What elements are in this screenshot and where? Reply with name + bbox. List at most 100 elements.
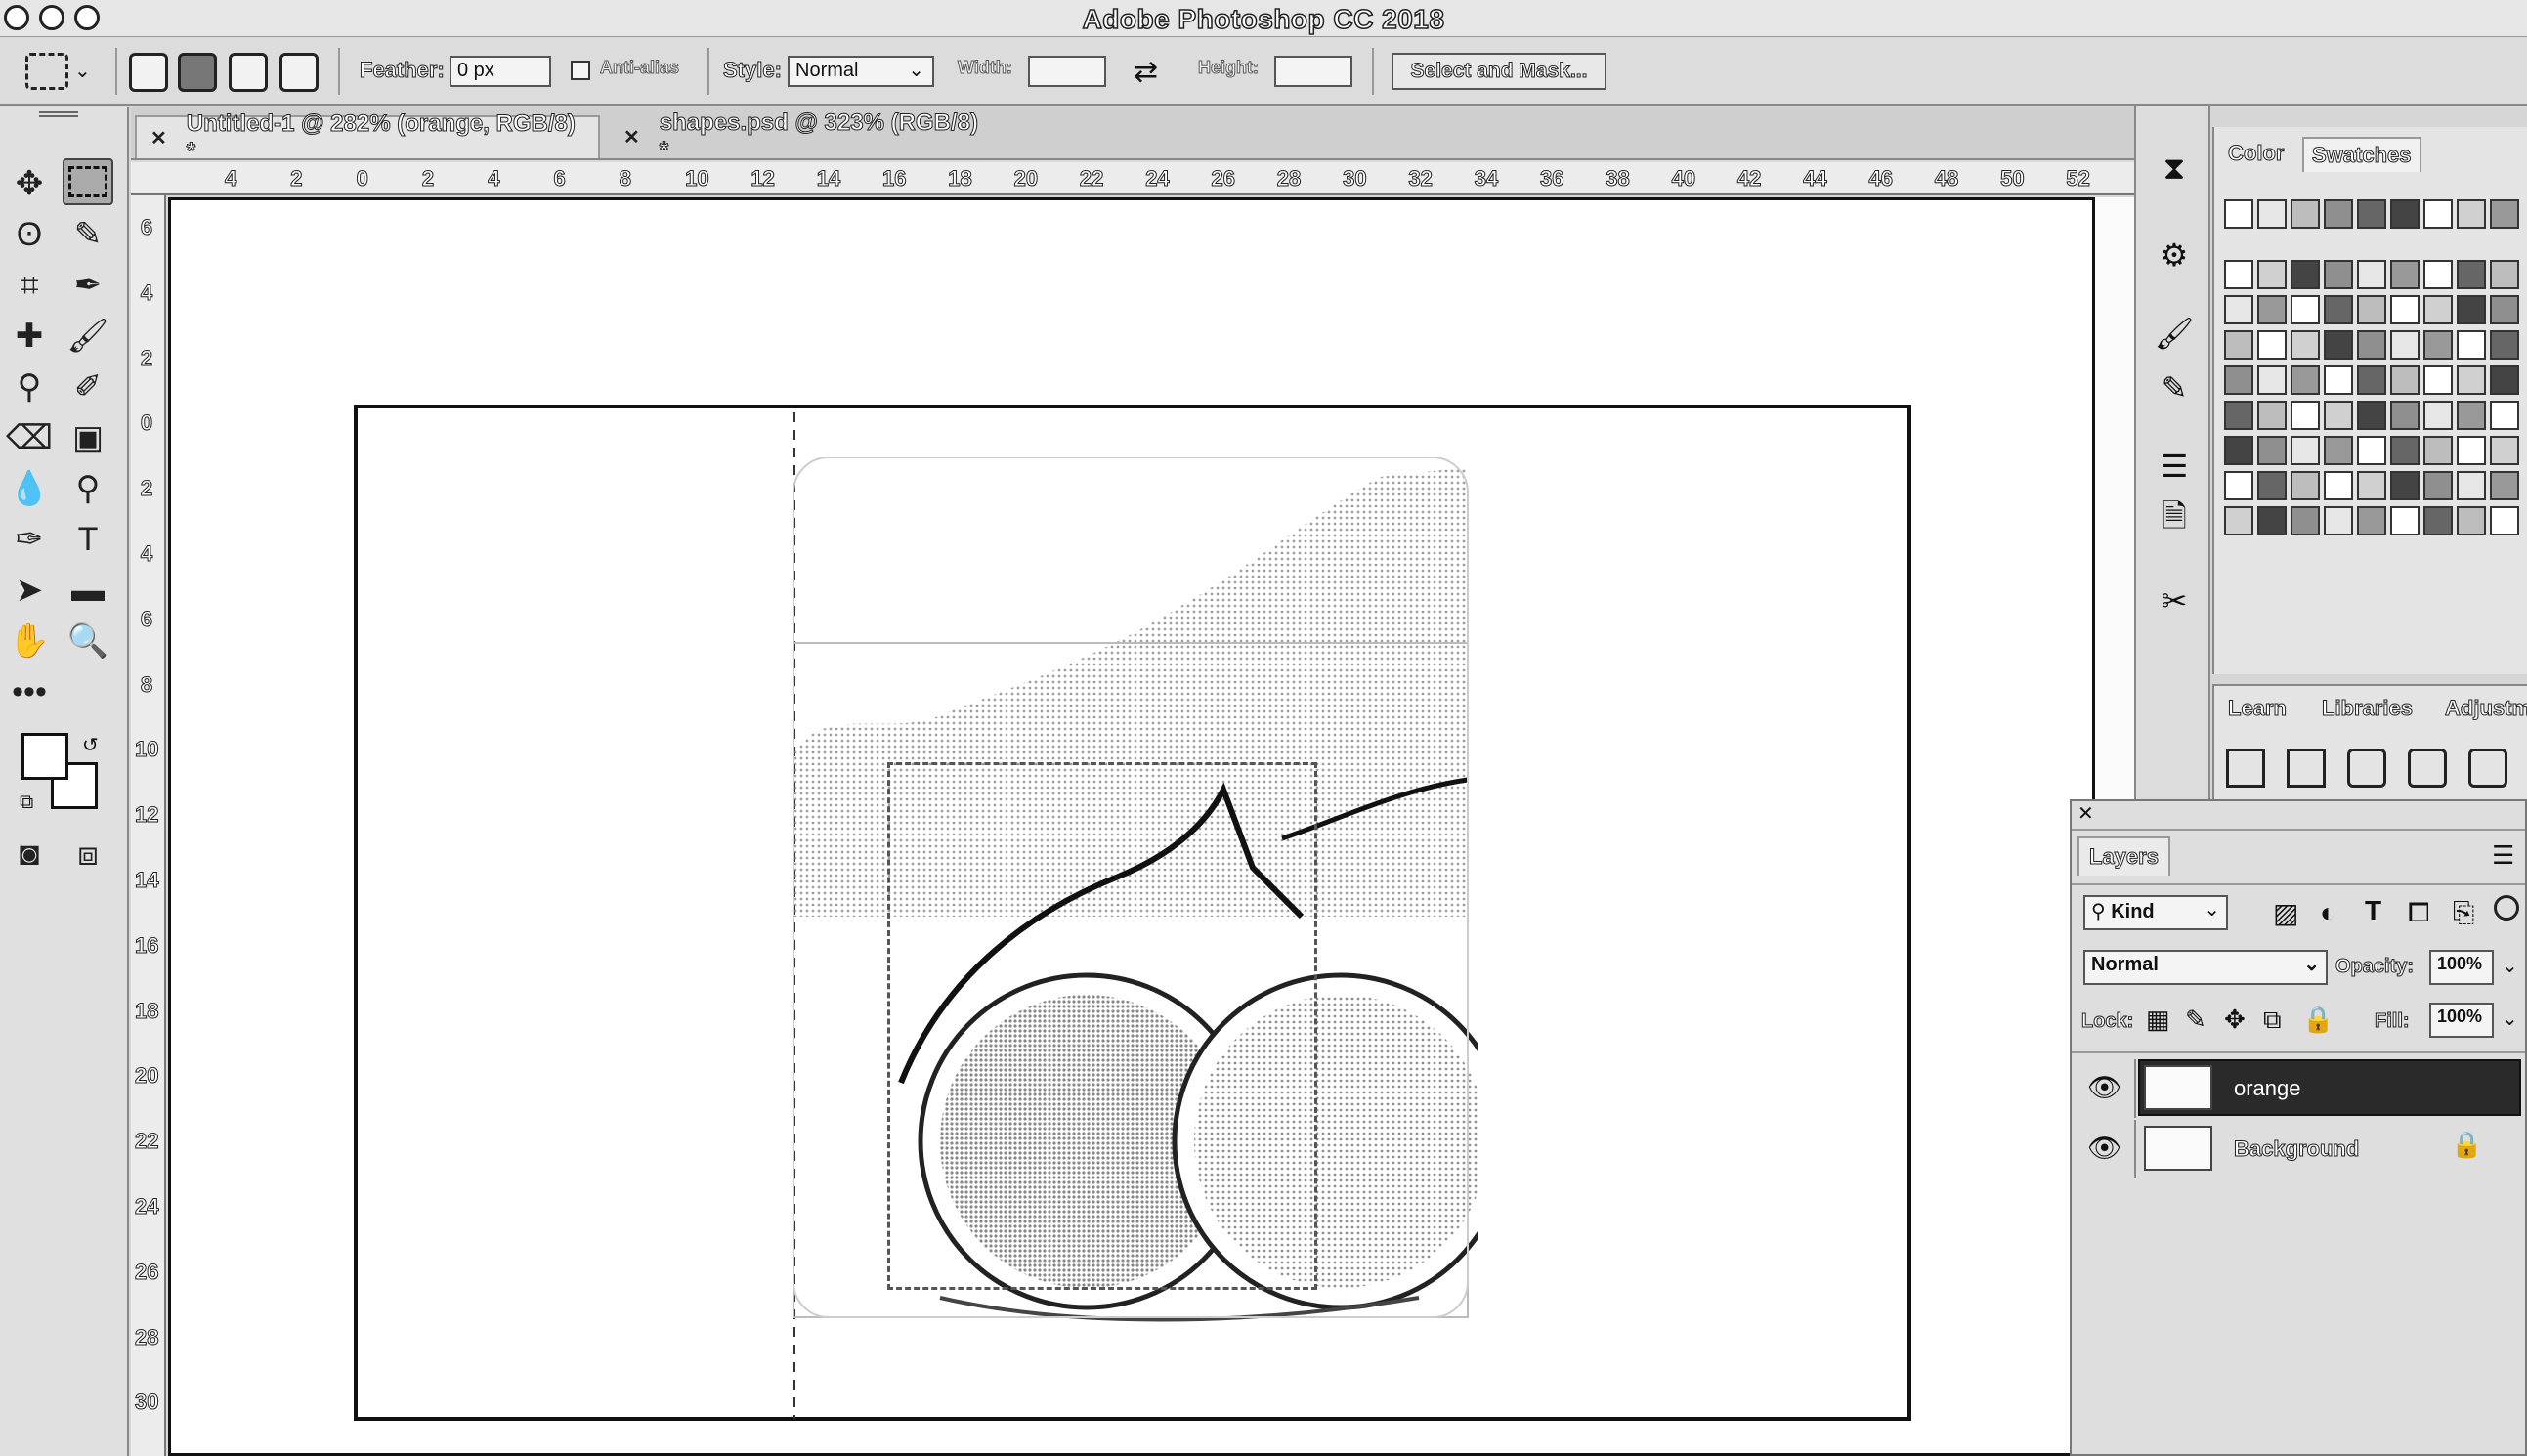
- swatch[interactable]: [2490, 260, 2519, 289]
- clone-stamp-tool-icon[interactable]: ⚲: [4, 364, 55, 410]
- chevron-down-icon[interactable]: ⌄: [74, 59, 91, 83]
- anti-alias-checkbox[interactable]: [571, 61, 590, 80]
- swatch[interactable]: [2457, 471, 2486, 500]
- default-colors-icon[interactable]: ⧉: [20, 792, 33, 814]
- swatch[interactable]: [2291, 365, 2320, 395]
- swatch[interactable]: [2457, 260, 2486, 289]
- feather-input[interactable]: 0 px: [450, 56, 551, 87]
- chevron-down-icon[interactable]: ⌄: [2502, 1006, 2518, 1031]
- filter-toggle-icon[interactable]: [2494, 895, 2519, 921]
- lock-all-icon[interactable]: 🔒: [2302, 1005, 2334, 1035]
- swatch[interactable]: [2390, 330, 2420, 360]
- tab-untitled-1[interactable]: ✕ Untitled-1 @ 282% (orange, RGB/8) *: [135, 110, 600, 165]
- swatch[interactable]: [2291, 471, 2320, 500]
- tab-libraries[interactable]: Libraries: [2322, 696, 2414, 721]
- width-input[interactable]: [1028, 56, 1106, 87]
- swatch[interactable]: [2457, 365, 2486, 395]
- visibility-eye-icon[interactable]: 👁: [2087, 1071, 2122, 1103]
- panel-menu-icon[interactable]: ☰: [2492, 840, 2514, 871]
- brush-settings-icon[interactable]: 🖌: [2152, 311, 2197, 356]
- swatch[interactable]: [2257, 199, 2287, 229]
- swatch[interactable]: [2490, 295, 2519, 324]
- eyedropper-tool-icon[interactable]: ✒: [63, 262, 113, 309]
- ruler-horizontal[interactable]: 4 2 0 2 4 6 8 10 12 14 16 18 20 22 24 26 28 30 32 34 36 38 40 4…: [131, 162, 2134, 195]
- healing-brush-tool-icon[interactable]: ✚: [4, 313, 55, 360]
- swatch[interactable]: [2257, 365, 2287, 395]
- swatch[interactable]: [2423, 436, 2453, 465]
- adjustment-preset-icon[interactable]: [2347, 749, 2386, 788]
- fill-input[interactable]: 100%: [2429, 1003, 2494, 1038]
- gradient-tool-icon[interactable]: ▣: [63, 414, 113, 461]
- swatch[interactable]: [2390, 436, 2420, 465]
- swatch[interactable]: [2257, 330, 2287, 360]
- filter-shape-icon[interactable]: ⧠: [2408, 897, 2429, 929]
- swatch[interactable]: [2291, 330, 2320, 360]
- swatch[interactable]: [2224, 295, 2253, 324]
- swatch[interactable]: [2390, 506, 2420, 535]
- swatch[interactable]: [2357, 506, 2386, 535]
- swatch[interactable]: [2291, 199, 2320, 229]
- eraser-tool-icon[interactable]: ⌫: [4, 414, 55, 461]
- foreground-color-swatch[interactable]: [21, 733, 68, 780]
- swatch[interactable]: [2224, 330, 2253, 360]
- swatch[interactable]: [2291, 295, 2320, 324]
- tab-color[interactable]: Color: [2227, 141, 2284, 166]
- path-selection-tool-icon[interactable]: ➤: [4, 567, 55, 614]
- swatch[interactable]: [2291, 401, 2320, 430]
- lock-image-pixels-icon[interactable]: ✎: [2185, 1005, 2206, 1035]
- layer-filter-select[interactable]: ⚲ Kind ⌄: [2083, 895, 2228, 930]
- swatch[interactable]: [2291, 436, 2320, 465]
- add-to-selection-button[interactable]: [178, 53, 217, 92]
- swatch[interactable]: [2257, 436, 2287, 465]
- filter-pixel-icon[interactable]: ▨: [2273, 897, 2298, 929]
- tab-shapes-psd[interactable]: ✕ shapes.psd @ 323% (RGB/8) *: [610, 109, 1001, 164]
- filter-smart-object-icon[interactable]: ⎘: [2453, 897, 2474, 929]
- document-canvas[interactable]: [354, 405, 1911, 1421]
- swatch[interactable]: [2357, 401, 2386, 430]
- adjustment-preset-icon[interactable]: [2226, 749, 2265, 788]
- subtract-from-selection-button[interactable]: [229, 53, 268, 92]
- swatch[interactable]: [2490, 199, 2519, 229]
- swatch[interactable]: [2390, 401, 2420, 430]
- swatch[interactable]: [2357, 436, 2386, 465]
- swatch[interactable]: [2291, 260, 2320, 289]
- swatch[interactable]: [2423, 471, 2453, 500]
- swatch[interactable]: [2357, 471, 2386, 500]
- brushes-panel-icon[interactable]: ✎: [2152, 365, 2197, 410]
- zoom-tool-icon[interactable]: 🔍: [63, 618, 113, 664]
- swatch[interactable]: [2357, 365, 2386, 395]
- swap-dimensions-icon[interactable]: ⇄: [1134, 55, 1158, 89]
- notes-panel-icon[interactable]: 🗎: [2152, 498, 2197, 543]
- lock-artboard-icon[interactable]: ⧉: [2263, 1005, 2282, 1036]
- swatch[interactable]: [2324, 401, 2353, 430]
- swatch[interactable]: [2490, 330, 2519, 360]
- move-tool-icon[interactable]: ✥: [4, 160, 55, 207]
- filter-adjustment-icon[interactable]: ◐: [2320, 897, 2336, 928]
- blend-mode-select[interactable]: Normal ⌄: [2083, 950, 2328, 985]
- swatch[interactable]: [2390, 260, 2420, 289]
- close-tab-icon[interactable]: ✕: [150, 126, 167, 150]
- swatch[interactable]: [2257, 471, 2287, 500]
- tab-swatches[interactable]: Swatches: [2302, 137, 2421, 172]
- swatch[interactable]: [2457, 295, 2486, 324]
- swatch[interactable]: [2490, 506, 2519, 535]
- marquee-tool-icon[interactable]: [63, 158, 113, 205]
- swatch[interactable]: [2324, 365, 2353, 395]
- close-tab-icon[interactable]: ✕: [623, 125, 640, 150]
- swatch[interactable]: [2324, 506, 2353, 535]
- tool-presets-icon[interactable]: ✂: [2152, 578, 2197, 623]
- adjustment-preset-icon[interactable]: [2287, 749, 2326, 788]
- opacity-input[interactable]: 100%: [2429, 950, 2494, 985]
- screen-mode-icon[interactable]: ⧈: [63, 831, 113, 878]
- swatch[interactable]: [2390, 365, 2420, 395]
- hand-tool-icon[interactable]: ✋: [4, 618, 55, 664]
- swatch[interactable]: [2423, 506, 2453, 535]
- new-selection-button[interactable]: [129, 53, 168, 92]
- layer-name[interactable]: Background: [2233, 1136, 2359, 1162]
- swatch[interactable]: [2423, 295, 2453, 324]
- swatch[interactable]: [2357, 330, 2386, 360]
- visibility-eye-icon[interactable]: 👁: [2087, 1132, 2122, 1164]
- properties-panel-icon[interactable]: ⚙: [2152, 233, 2197, 278]
- style-select[interactable]: Normal ⌄: [788, 56, 934, 87]
- intersect-selection-button[interactable]: [279, 53, 319, 92]
